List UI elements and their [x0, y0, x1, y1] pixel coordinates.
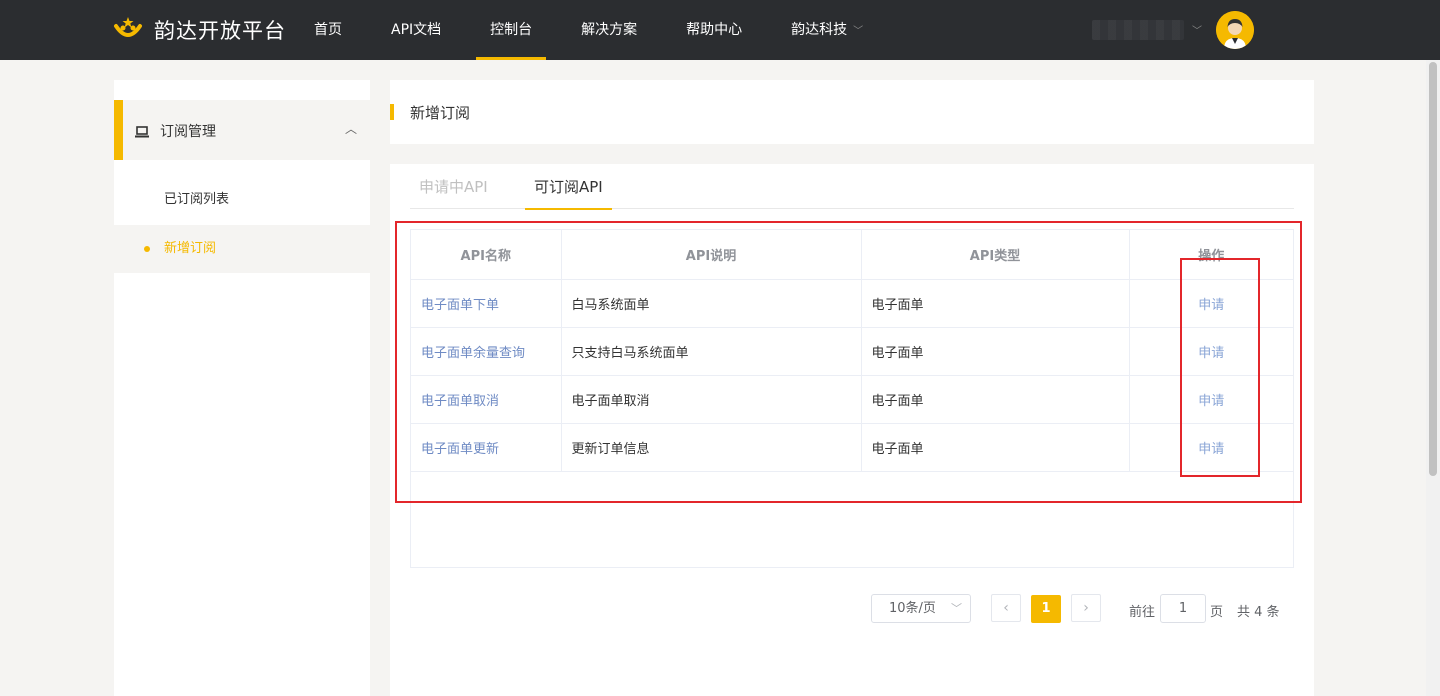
nav-solutions[interactable]: 解决方案 — [567, 0, 651, 60]
tab-bar: 申请中API 可订阅API — [410, 164, 1294, 210]
title-accent-bar — [390, 104, 394, 120]
sidebar: 订阅管理 ︿ 已订阅列表 新增订阅 — [114, 80, 370, 696]
sidebar-group-label: 订阅管理 — [160, 124, 216, 140]
yunda-logo-icon — [112, 14, 144, 46]
sidebar-group-subscription[interactable]: 订阅管理 ︿ — [114, 100, 370, 160]
active-dot-icon — [144, 246, 150, 252]
username-blurred[interactable] — [1092, 20, 1184, 40]
tab-pending-api[interactable]: 申请中API — [419, 176, 488, 209]
sidebar-item-new-subscription[interactable]: 新增订阅 — [114, 225, 370, 273]
tab-subscribable-api[interactable]: 可订阅API — [525, 176, 612, 210]
page-title: 新增订阅 — [410, 104, 471, 122]
page-size-value: 10条/页 — [889, 601, 936, 616]
chevron-up-icon: ︿ — [345, 122, 358, 136]
chevron-down-icon[interactable]: ﹀ — [1192, 22, 1202, 37]
nav-api-docs[interactable]: API文档 — [377, 0, 455, 60]
sidebar-item-subscribed-list[interactable]: 已订阅列表 — [114, 176, 370, 224]
nav-yunda-tech-label: 韵达科技 — [791, 22, 848, 38]
nav-home[interactable]: 首页 — [300, 0, 356, 60]
scrollbar-thumb[interactable] — [1429, 62, 1437, 476]
page-size-select[interactable]: 10条/页 ﹀ — [871, 594, 971, 623]
annotation-box-table — [395, 221, 1302, 503]
nav-console[interactable]: 控制台 — [476, 0, 547, 60]
avatar-icon — [1216, 11, 1254, 49]
brand-name: 韵达开放平台 — [154, 19, 286, 43]
goto-label: 前往 — [1129, 605, 1156, 620]
brand-logo[interactable]: 韵达开放平台 — [112, 14, 286, 46]
laptop-icon — [135, 123, 149, 142]
chevron-down-icon: ﹀ — [951, 602, 962, 615]
annotation-box-action-column — [1180, 258, 1260, 477]
user-avatar[interactable] — [1216, 11, 1254, 49]
page-scrollbar[interactable] — [1426, 60, 1440, 696]
goto-page-input[interactable]: 1 — [1160, 594, 1206, 623]
page-number-current[interactable]: 1 — [1031, 595, 1061, 623]
nav-yunda-tech[interactable]: 韵达科技 ﹀ — [777, 0, 877, 60]
prev-page-button[interactable]: ‹ — [991, 594, 1021, 622]
sidebar-item-label: 新增订阅 — [164, 241, 217, 256]
chevron-left-icon: ‹ — [1003, 600, 1009, 616]
main-nav: 首页 API文档 控制台 解决方案 帮助中心 韵达科技 ﹀ — [300, 0, 898, 60]
top-navbar: 韵达开放平台 首页 API文档 控制台 解决方案 帮助中心 韵达科技 ﹀ ﹀ — [0, 0, 1440, 60]
next-page-button[interactable]: › — [1071, 594, 1101, 622]
page-header: 新增订阅 — [390, 80, 1314, 144]
chevron-right-icon: › — [1083, 600, 1089, 616]
page-unit-label: 页 — [1210, 605, 1224, 620]
total-count: 共 4 条 — [1237, 605, 1280, 620]
chevron-down-icon: ﹀ — [853, 26, 864, 37]
nav-help-center[interactable]: 帮助中心 — [672, 0, 756, 60]
